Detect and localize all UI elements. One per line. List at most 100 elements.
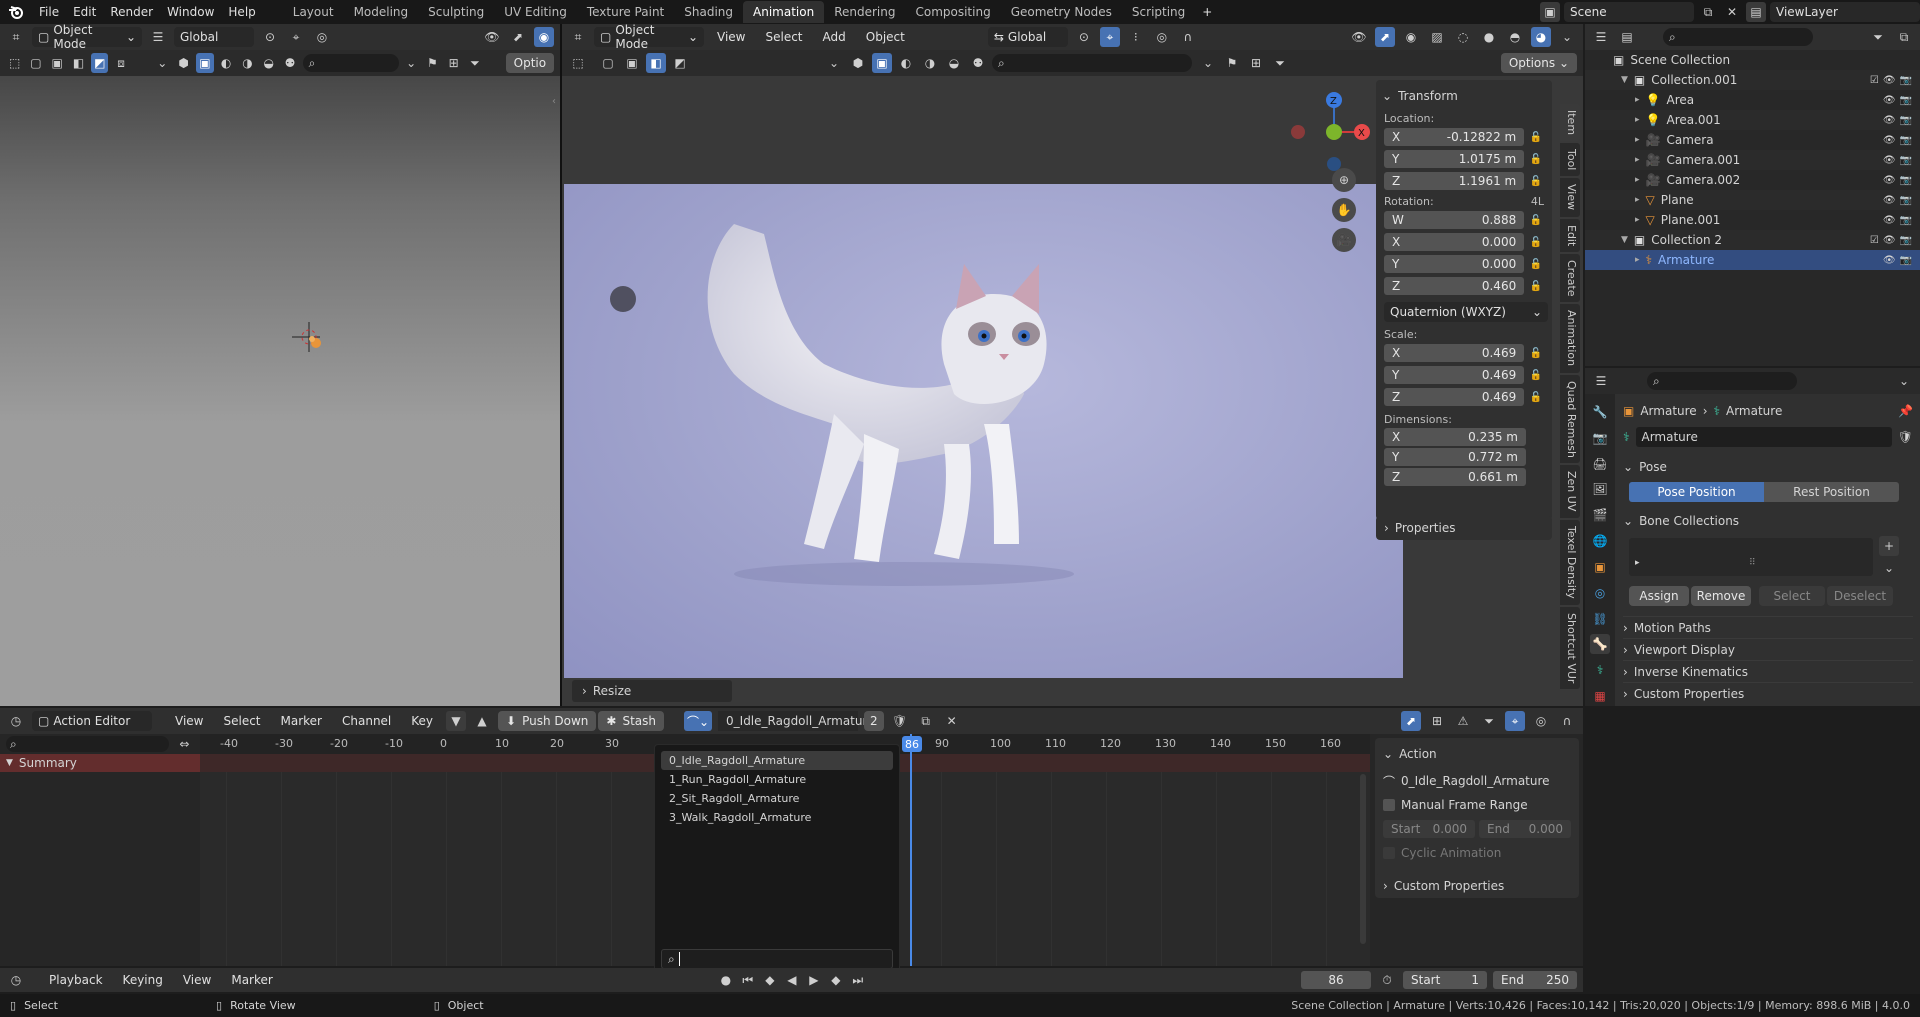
exclude-checkbox-icon[interactable]: ☑ <box>1870 75 1879 86</box>
record-icon[interactable]: ● <box>716 970 736 990</box>
select-intersect-icon[interactable]: ⧈ <box>112 53 129 73</box>
add-workspace-button[interactable]: + <box>1195 5 1219 19</box>
left-mode-dropdown[interactable]: ▢ Object Mode ⌄ <box>32 23 142 51</box>
render-camera-icon[interactable]: 📷 <box>1900 215 1912 226</box>
lock-icon[interactable]: 🔓 <box>1528 149 1544 169</box>
ae-menu-view[interactable]: View <box>168 714 210 728</box>
pivot-icon[interactable]: ⊙ <box>260 27 280 47</box>
display-mode-icon[interactable]: ▤ <box>1617 27 1637 47</box>
channel-search-input[interactable]: ⌕ <box>6 736 169 752</box>
cyclic-row[interactable]: Cyclic Animation <box>1383 842 1571 864</box>
visibility-eye-icon[interactable]: 👁 <box>1883 115 1896 126</box>
object-type-icon[interactable]: ▣ <box>196 53 214 73</box>
expand-chevron-icon[interactable]: ▸ <box>1635 135 1640 145</box>
select-box-icon[interactable]: ⬚ <box>6 53 23 73</box>
play-reverse-icon[interactable]: ◀ <box>782 970 802 990</box>
camera-render-region[interactable] <box>564 184 1403 678</box>
outliner-item-armature[interactable]: ▸ ⚕ Armature 👁 📷 <box>1585 250 1920 270</box>
scene-selector[interactable]: Scene <box>1564 2 1694 22</box>
wireframe-icon[interactable]: ◌ <box>1453 27 1473 47</box>
solid-icon[interactable]: ● <box>1479 27 1499 47</box>
select-extend-icon[interactable]: ▣ <box>622 53 642 73</box>
workspace-tab-modeling[interactable]: Modeling <box>344 1 419 23</box>
bookmark-icon[interactable]: ⚑ <box>1222 53 1242 73</box>
expand-chevron-icon[interactable]: ▼ <box>1621 75 1628 85</box>
viewport-menu-select[interactable]: Select <box>758 30 809 44</box>
collection-menu-icon[interactable]: ⌄ <box>1879 558 1899 578</box>
next-keyframe-icon[interactable]: ◆ <box>826 970 846 990</box>
armature-name-field[interactable]: Armature <box>1635 427 1892 447</box>
end-frame-field[interactable]: End 0.000 <box>1479 820 1571 838</box>
sidebar-tab-texel-density[interactable]: Texel Density <box>1560 519 1580 605</box>
filter-icon[interactable]: ⌄ <box>154 53 171 73</box>
render-camera-icon[interactable]: 📷 <box>1900 195 1912 206</box>
visibility-eye-icon[interactable]: 👁 <box>1883 255 1896 266</box>
render-camera-icon[interactable]: 📷 <box>1900 255 1912 266</box>
show-hidden-icon[interactable]: ⊞ <box>1427 711 1447 731</box>
location-z-field[interactable]: Z 1.1961 m <box>1384 172 1525 190</box>
tool-tab-icon[interactable]: 🔧 <box>1590 402 1610 422</box>
new-scene-icon[interactable]: ⧉ <box>1698 2 1718 22</box>
timeline-end-field[interactable]: End 250 <box>1493 971 1577 989</box>
workspace-tab-shading[interactable]: Shading <box>674 1 743 23</box>
bone-tab-icon[interactable]: ⚕ <box>1590 660 1610 680</box>
pivot-icon[interactable]: ⊙ <box>1074 27 1094 47</box>
physics-tab-icon[interactable]: ◎ <box>1590 583 1610 603</box>
left-camera-view[interactable] <box>0 76 560 706</box>
action-item[interactable]: 1_Run_Ragdoll_Armature <box>661 770 893 789</box>
playhead-frame[interactable]: 86 <box>902 736 922 752</box>
lock-icon[interactable]: 🔓 <box>1528 232 1544 252</box>
visibility-eye-icon[interactable]: 👁 <box>1883 135 1896 146</box>
current-frame-field[interactable]: 86 <box>1301 971 1371 989</box>
transform-header[interactable]: ⌄ Transform <box>1382 86 1544 106</box>
action-panel-name-row[interactable]: ⌒ 0_Idle_Ragdoll_Armature <box>1383 770 1571 792</box>
visibility-icon[interactable]: 👁 <box>1349 27 1369 47</box>
unlink-action-icon[interactable]: ✕ <box>942 711 962 731</box>
proportional-icon[interactable]: ◎ <box>1531 711 1551 731</box>
action-panel-header[interactable]: ⌄ Action <box>1383 744 1571 764</box>
timeline-menu-playback[interactable]: Playback <box>42 973 110 987</box>
expand-chevron-icon[interactable]: ▸ <box>1635 255 1640 265</box>
funnel-icon[interactable]: ⏷ <box>466 53 483 73</box>
viewport-menu-add[interactable]: Add <box>816 30 853 44</box>
filter-icon[interactable]: ⌄ <box>824 53 844 73</box>
rotation-x-field[interactable]: X 0.000 <box>1384 233 1525 251</box>
new-collection-icon[interactable]: ⧉ <box>1894 27 1914 47</box>
sidebar-tab-item[interactable]: Item <box>1560 104 1580 142</box>
workspace-tab-compositing[interactable]: Compositing <box>905 1 1000 23</box>
render-icon[interactable]: ◐ <box>218 53 235 73</box>
ae-menu-key[interactable]: Key <box>404 714 440 728</box>
pin-icon[interactable]: 📌 <box>1898 404 1913 418</box>
shading-options-icon[interactable]: ⌄ <box>1557 27 1577 47</box>
snap-icon[interactable]: ⌖ <box>1099 27 1120 47</box>
lock-icon[interactable]: 🔓 <box>1528 387 1544 407</box>
dropdown-icon[interactable]: ⌄ <box>403 53 420 73</box>
lock-icon[interactable]: 🔓 <box>1528 254 1544 274</box>
left-options-button[interactable]: Optio <box>505 53 555 73</box>
overlay-icon[interactable]: ◉ <box>1401 27 1421 47</box>
expand-chevron-icon[interactable]: ▸ <box>1635 195 1640 205</box>
select-button[interactable]: Select <box>1759 586 1825 606</box>
visibility-eye-icon[interactable]: 👁 <box>1883 95 1896 106</box>
scale-x-field[interactable]: X 0.469 <box>1384 344 1525 362</box>
properties-subpanel[interactable]: › Properties <box>1376 516 1552 540</box>
timeline-start-field[interactable]: Start 1 <box>1403 971 1487 989</box>
ae-menu-select[interactable]: Select <box>216 714 267 728</box>
sidebar-tab-create[interactable]: Create <box>1560 253 1580 303</box>
view-layer-tab-icon[interactable]: 🖼 <box>1590 479 1610 499</box>
section-inverse-kinematics[interactable]: › Inverse Kinematics <box>1623 660 1913 682</box>
object-tab-icon[interactable]: ▣ <box>1590 557 1610 577</box>
action-item[interactable]: 3_Walk_Ragdoll_Armature <box>661 808 893 827</box>
expand-chevron-icon[interactable]: ▸ <box>1635 155 1640 165</box>
rotation-w-field[interactable]: W 0.888 <box>1384 211 1525 229</box>
action-name-field[interactable]: 0_Idle_Ragdoll_Armature <box>718 711 875 731</box>
action-search-input[interactable]: ⌕ <box>661 949 893 969</box>
expand-chevron-icon[interactable]: ▸ <box>1635 175 1640 185</box>
layer-down-icon[interactable]: ▼ <box>446 711 467 731</box>
timeline-menu-keying[interactable]: Keying <box>116 973 170 987</box>
camera-icon[interactable]: ◒ <box>260 53 277 73</box>
outliner-item-camera[interactable]: ▸ 🎥 Camera 👁 📷 <box>1585 130 1920 150</box>
expand-chevron-icon[interactable]: ▸ <box>1635 95 1640 105</box>
viewport-menu-view[interactable]: View <box>710 30 752 44</box>
xray-icon[interactable]: ▨ <box>1427 27 1447 47</box>
